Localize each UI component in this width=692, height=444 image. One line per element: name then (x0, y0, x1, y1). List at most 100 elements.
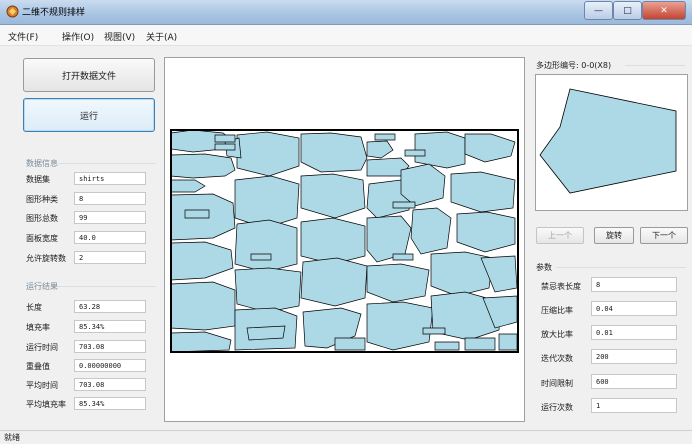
piece (374, 133, 396, 141)
time-limit-label: 时间限制 (541, 379, 573, 388)
run-count-input[interactable]: 1 (591, 398, 677, 413)
next-polygon-label: 下一个 (652, 231, 676, 240)
panel-width-label: 面板宽度 (26, 234, 58, 243)
compress-ratio-label: 压缩比率 (541, 306, 573, 315)
piece (404, 149, 426, 157)
next-polygon-button[interactable]: 下一个 (640, 227, 688, 244)
piece (170, 331, 232, 353)
close-icon: ✕ (660, 5, 668, 16)
piece (300, 132, 368, 173)
maximize-icon: □ (623, 5, 632, 16)
piece (450, 171, 516, 213)
piece (236, 131, 300, 177)
shape-types-label: 图形种类 (26, 195, 58, 204)
piece (300, 257, 368, 307)
maximize-button[interactable]: □ (613, 1, 642, 20)
tabu-length-label: 禁忌表长度 (541, 282, 581, 291)
polygon-id-label: 多边形编号: 0-0(X8) (536, 61, 612, 70)
sheet-pieces (170, 129, 518, 353)
polygon-preview (535, 74, 688, 211)
run-count-label: 运行次数 (541, 403, 573, 412)
piece (300, 217, 366, 265)
menu-operation[interactable]: 操作(O) (62, 30, 94, 43)
polygon-preview-shape (539, 88, 677, 194)
piece (246, 325, 286, 341)
title-bar: 二维不规则排样 — □ ✕ (0, 0, 692, 25)
window-title: 二维不规则排样 (22, 8, 86, 18)
rotations-value: 2 (74, 251, 146, 264)
params-divider (556, 267, 686, 268)
length-value: 63.28 (74, 300, 146, 313)
dataset-value: shirts (74, 172, 146, 185)
piece (422, 327, 446, 335)
rotate-button[interactable]: 旋转 (594, 227, 634, 244)
shape-total-value: 99 (74, 211, 146, 224)
fill-rate-label: 填充率 (26, 323, 50, 332)
data-info-title: 数据信息 (26, 159, 58, 168)
run-label: 运行 (79, 111, 98, 122)
expand-ratio-input[interactable]: 0.01 (591, 325, 677, 340)
piece (170, 241, 234, 281)
run-button[interactable]: 运行 (23, 98, 155, 132)
piece (334, 337, 366, 351)
piece (214, 134, 236, 143)
piece (300, 173, 366, 219)
status-text: 就绪 (4, 433, 20, 442)
piece (234, 267, 302, 313)
preview-divider (625, 65, 685, 66)
status-bar: 就绪 (0, 430, 692, 444)
rotate-label: 旋转 (606, 231, 622, 240)
window-controls: — □ ✕ (584, 1, 686, 20)
avg-fill-rate-value: 85.34% (74, 397, 146, 410)
piece (464, 133, 516, 163)
data-info-divider (58, 163, 156, 164)
avg-fill-rate-label: 平均填充率 (26, 400, 66, 409)
piece (400, 163, 446, 207)
piece (392, 201, 416, 209)
run-time-label: 运行时间 (26, 343, 58, 352)
menu-view[interactable]: 视图(V) (104, 30, 135, 43)
run-time-value: 703.08 (74, 340, 146, 353)
piece (170, 281, 236, 331)
time-limit-input[interactable]: 600 (591, 374, 677, 389)
menu-about[interactable]: 关于(A) (146, 30, 177, 43)
nesting-canvas[interactable] (164, 57, 525, 422)
piece (464, 337, 496, 351)
piece (366, 140, 394, 159)
tabu-length-input[interactable]: 8 (591, 277, 677, 292)
open-data-file-button[interactable]: 打开数据文件 (23, 58, 155, 92)
prev-polygon-button[interactable]: 上一个 (536, 227, 584, 244)
piece (214, 143, 236, 151)
params-title: 参数 (536, 263, 552, 272)
panel-width-value: 40.0 (74, 231, 146, 244)
piece (456, 211, 516, 253)
open-data-file-label: 打开数据文件 (61, 71, 116, 82)
iterations-input[interactable]: 200 (591, 349, 677, 364)
shape-total-label: 图形总数 (26, 214, 58, 223)
menu-file[interactable]: 文件(F) (8, 30, 38, 43)
overlap-label: 重叠值 (26, 362, 50, 371)
minimize-icon: — (594, 5, 603, 16)
piece (184, 209, 210, 219)
piece (170, 179, 206, 193)
fill-rate-value: 85.34% (74, 320, 146, 333)
minimize-button[interactable]: — (584, 1, 613, 20)
compress-ratio-input[interactable]: 0.04 (591, 301, 677, 316)
piece (392, 253, 414, 261)
piece (410, 207, 452, 255)
avg-time-value: 703.08 (74, 378, 146, 391)
run-results-title: 运行结果 (26, 282, 58, 291)
piece (434, 341, 460, 351)
piece (234, 219, 298, 273)
close-button[interactable]: ✕ (642, 1, 686, 20)
menu-bar: 文件(F) 操作(O) 视图(V) 关于(A) (0, 25, 692, 46)
nesting-layout (170, 129, 519, 353)
piece (250, 253, 272, 261)
run-results-divider (58, 286, 156, 287)
length-label: 长度 (26, 303, 42, 312)
piece (366, 301, 434, 351)
avg-time-label: 平均时间 (26, 381, 58, 390)
shape-types-value: 8 (74, 192, 146, 205)
iterations-label: 迭代次数 (541, 354, 573, 363)
rotations-label: 允许旋转数 (26, 254, 66, 263)
